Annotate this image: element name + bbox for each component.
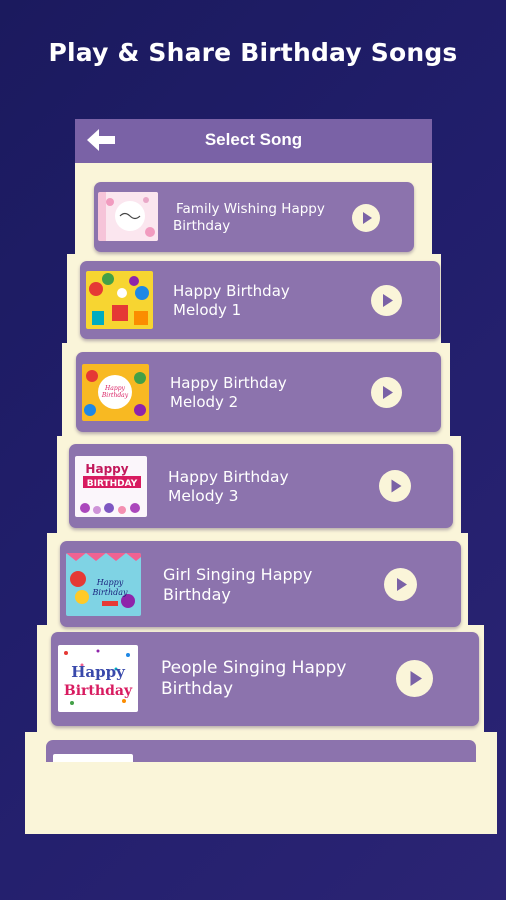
- song-thumbnail: [86, 271, 153, 329]
- svg-text:Happy: Happy: [104, 385, 125, 392]
- svg-text:Birthday: Birthday: [64, 683, 133, 699]
- svg-text:BIRTHDAY: BIRTHDAY: [87, 479, 138, 489]
- song-thumbnail: Happy BIRTHDAY: [75, 456, 147, 517]
- song-thumbnail: [98, 192, 158, 241]
- song-card-melody-2[interactable]: Happy Birthday Happy Birthday Melody 2: [76, 352, 441, 432]
- play-icon: [391, 479, 402, 493]
- song-title: Happy Birthday Melody 2: [170, 374, 287, 411]
- app-bar-title: Select Song: [204, 130, 303, 149]
- song-card-melody-3[interactable]: Happy BIRTHDAY Happy Birthday Melody 3: [69, 444, 453, 528]
- song-title: Happy Birthday Melody 3: [168, 468, 289, 506]
- song-card-partial[interactable]: [46, 740, 476, 762]
- song-thumbnail: Happy Birthday: [66, 553, 141, 616]
- song-title: Girl Singing Happy Birthday: [163, 565, 313, 604]
- svg-text:Happy: Happy: [85, 462, 128, 476]
- song-title: Happy Birthday Melody 1: [173, 282, 290, 319]
- song-thumbnail: [53, 754, 133, 762]
- play-icon: [383, 386, 393, 399]
- play-icon: [410, 671, 422, 686]
- play-button[interactable]: [396, 660, 433, 697]
- play-button[interactable]: [379, 470, 411, 502]
- play-button[interactable]: [371, 285, 402, 316]
- song-title: Family Wishing Happy Birthday: [173, 201, 325, 234]
- song-card-family-wishing[interactable]: Family Wishing Happy Birthday: [94, 182, 414, 252]
- play-button[interactable]: [352, 204, 380, 232]
- app-bar: Select Song: [75, 119, 432, 163]
- play-icon: [363, 212, 372, 224]
- song-thumbnail: Happy Birthday: [82, 364, 149, 421]
- svg-text:Birthday: Birthday: [101, 392, 129, 399]
- song-title: People Singing Happy Birthday: [161, 658, 347, 700]
- song-card-girl-singing[interactable]: Happy Birthday Girl Singing Happy Birthd…: [60, 541, 461, 627]
- song-thumbnail: Happy Birthday: [58, 645, 138, 712]
- play-icon: [397, 578, 407, 591]
- song-card-people-singing[interactable]: Happy Birthday People Singing Happy Birt…: [51, 632, 479, 726]
- page-headline: Play & Share Birthday Songs: [48, 38, 458, 67]
- play-button[interactable]: [384, 568, 417, 601]
- bottom-panel-cover: [25, 762, 497, 834]
- svg-text:Happy: Happy: [71, 663, 126, 681]
- svg-text:Happy: Happy: [96, 578, 124, 587]
- svg-text:Birthday: Birthday: [91, 588, 128, 597]
- play-button[interactable]: [371, 377, 402, 408]
- song-card-melody-1[interactable]: Happy Birthday Melody 1: [80, 261, 440, 339]
- play-icon: [383, 294, 393, 307]
